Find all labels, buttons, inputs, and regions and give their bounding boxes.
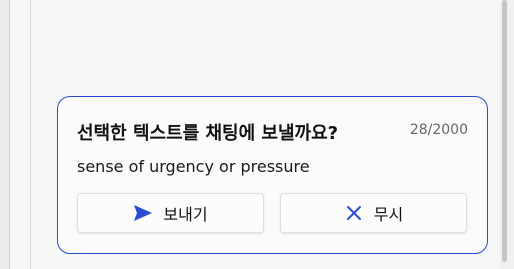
close-icon — [344, 203, 364, 223]
left-gutter — [0, 0, 9, 269]
selected-text: sense of urgency or pressure — [77, 157, 310, 176]
send-button-label: 보내기 — [163, 205, 208, 224]
scrollbar-thumb[interactable] — [502, 0, 507, 262]
send-selection-dialog: 선택한 텍스트를 채팅에 보낼까요? 28/2000 sense of urge… — [57, 96, 488, 254]
ignore-button-label: 무시 — [373, 205, 404, 224]
app-window: 선택한 텍스트를 채팅에 보낼까요? 28/2000 sense of urge… — [0, 0, 514, 269]
dialog-title: 선택한 텍스트를 채팅에 보낼까요? — [77, 123, 339, 144]
send-icon — [133, 203, 153, 223]
ignore-button[interactable]: 무시 — [280, 193, 467, 233]
send-button[interactable]: 보내기 — [77, 193, 264, 233]
character-count: 28/2000 — [409, 122, 468, 138]
panel-divider — [30, 0, 31, 269]
